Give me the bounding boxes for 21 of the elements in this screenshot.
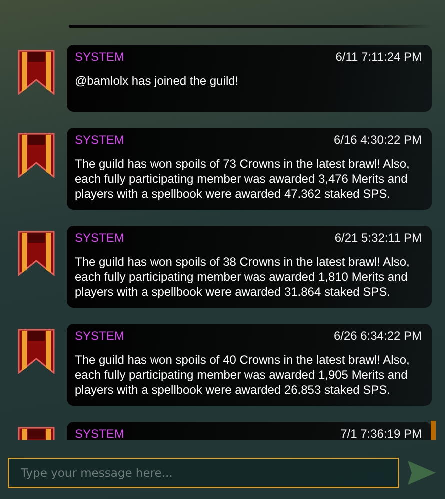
- sender-name: SYSTEM: [75, 427, 124, 440]
- scrollbar-thumb[interactable]: [431, 421, 436, 440]
- timestamp: 6/16 4:30:22 PM: [334, 133, 422, 147]
- sender-name: SYSTEM: [75, 329, 124, 343]
- banner-icon: [18, 231, 55, 276]
- timestamp: 6/21 5:32:11 PM: [334, 231, 422, 245]
- send-icon[interactable]: [407, 460, 437, 486]
- sender-name: SYSTEM: [75, 231, 124, 245]
- message-text: The guild has won spoils of 73 Crowns in the latest brawl! Also, each fully participating member was awarded 3,476 Merits and players with a spellbook were awarded 47.362 staked SPS.: [75, 157, 411, 202]
- message-text: The guild has won spoils of 40 Crowns in the latest brawl! Also, each fully participating member was awarded 1,905 Merits and players with a spellbook were awarded 26.853 staked SPS.: [75, 353, 411, 398]
- message-text: @bamlolx has joined the guild!: [75, 74, 240, 89]
- timestamp: 7/1 7:36:19 PM: [340, 427, 422, 440]
- message-input[interactable]: Type your message here...: [8, 458, 399, 488]
- banner-icon: [18, 133, 55, 178]
- sender-name: SYSTEM: [75, 50, 124, 64]
- timestamp: 6/26 6:34:22 PM: [334, 329, 422, 343]
- sender-name: SYSTEM: [75, 133, 124, 147]
- banner-icon: [18, 50, 55, 95]
- timestamp: 6/11 7:11:24 PM: [336, 50, 422, 64]
- message-text: The guild has won spoils of 38 Crowns in the latest brawl! Also, each fully participating member was awarded 1,810 Merits and players with a spellbook were awarded 31.864 staked SPS.: [75, 255, 411, 300]
- banner-icon: [18, 329, 55, 374]
